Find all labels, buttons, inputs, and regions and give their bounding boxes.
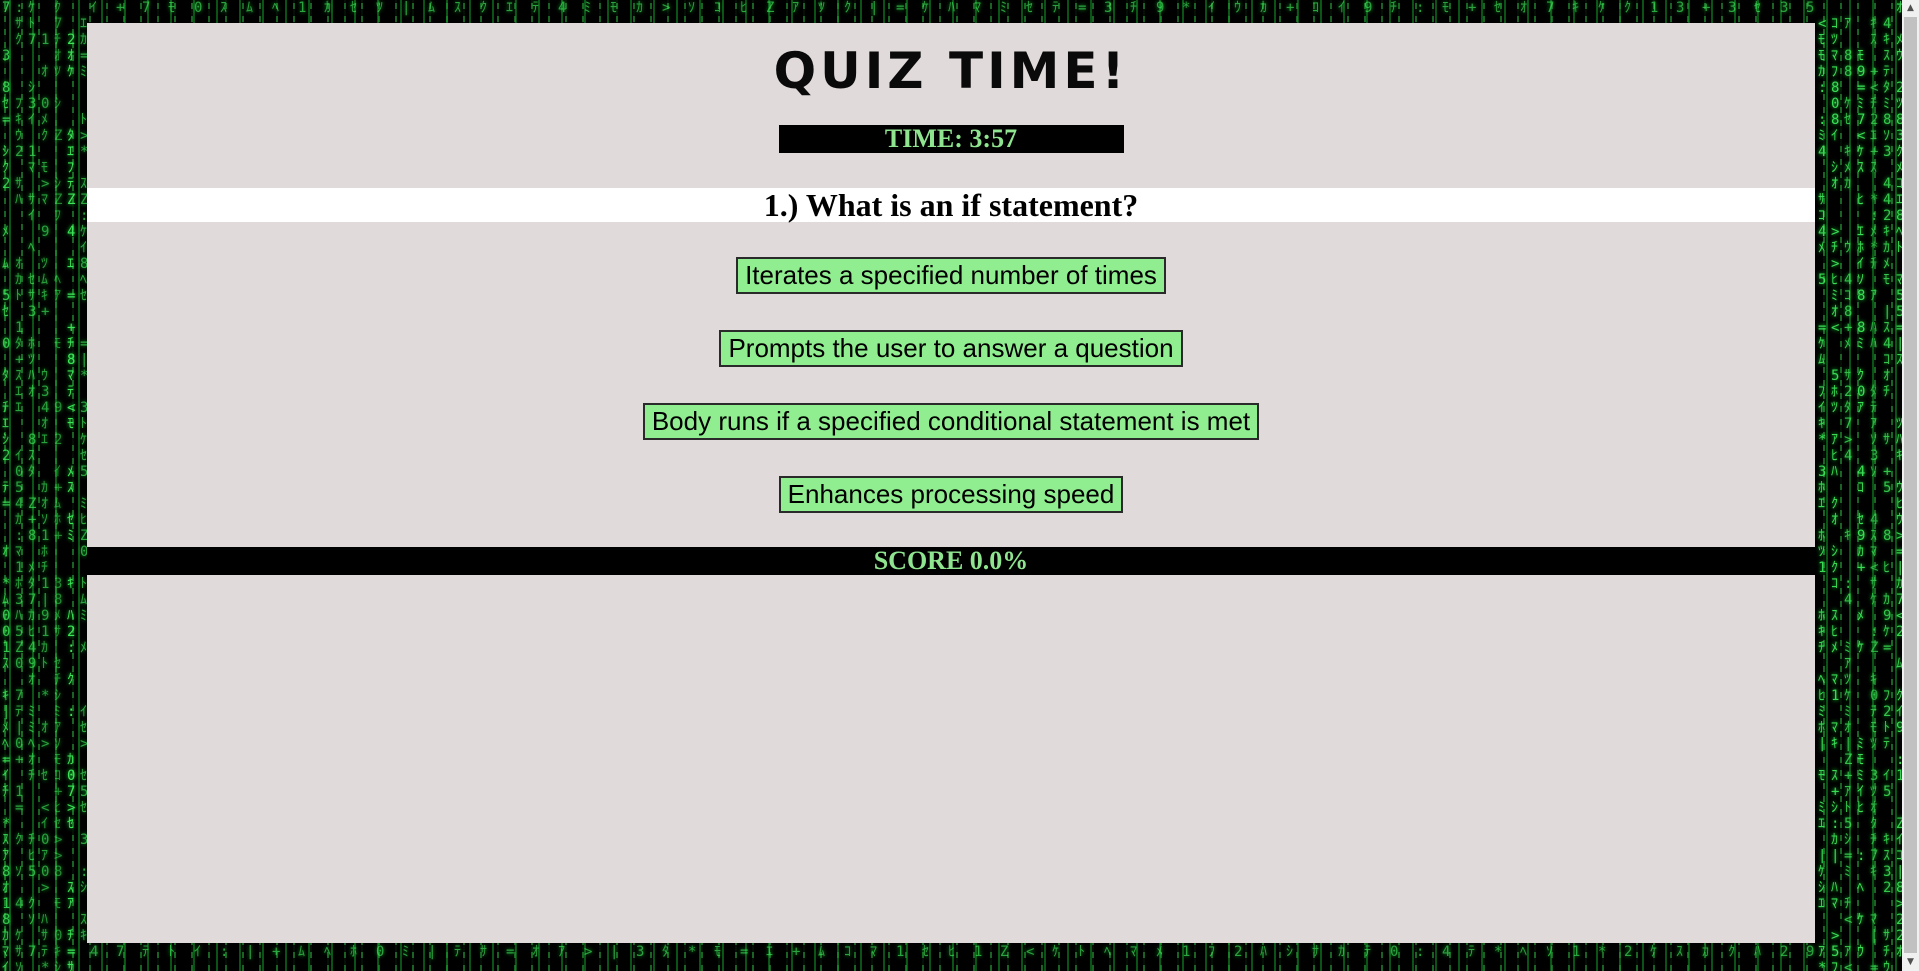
answer-list: Iterates a specified number of times Pro… [87,257,1815,513]
matrix-glyph-column: ｸ 7 ﾁ ｵ ﾂ ｼ Z ｼ Z ﾌ ﾍ ｱ ﾓ 9 2 ｲ + ﾑ ﾎ + … [54,0,63,971]
scroll-up-icon[interactable]: ▲ [1902,0,1919,17]
scroll-thumb[interactable] [1904,17,1917,953]
answer-button-1[interactable]: Iterates a specified number of times [736,257,1166,294]
vertical-scrollbar[interactable]: ▲ ▼ [1902,0,1919,971]
answer-row: Enhances processing speed [87,476,1815,513]
matrix-glyph-column: < ﾓ ﾓ ｶ : : ﾐ 4 ｻ ｺ 4 ﾒ 5 = ｹ ﾑ ﾌ ｲ ｷ * … [1818,16,1827,971]
answer-button-2[interactable]: Prompts the user to answer a question [719,330,1183,367]
matrix-glyph-column: : ｻ ｸ ﾌ ｷ ｳ 2 ｻ ﾊ ｵ ｶ ﾄ 1 ﾀ + ｽ ｴ ｴ ｲ 0 … [15,0,24,971]
question-text: 1.) What is an if statement? [87,188,1815,222]
matrix-glyph-column: ﾓ 9 = ﾐ 7 < ｹ ｽ ﾋ ｴ ﾎ ｲ ｿ 8 8 ﾐ ｸ 0 ｱ 4 … [1857,48,1866,960]
answer-button-3[interactable]: Body runs if a specified conditional sta… [642,403,1260,440]
score-display: SCORE 0.0% [87,547,1815,575]
matrix-glyph-column: 1 ｵ 0 ﾒ ｸ ﾓ > ﾏ 9 ﾂ ﾑ ｷ + ｳ 3 4 ｵ ｴ ｶ ｵ … [41,32,50,971]
matrix-glyph-column: 7 3 8 ｾ = ｼ ｸ 2 ﾒ ﾑ 5 ｾ 0 ﾀ ﾁ ｴ ｼ 2 ﾃ = … [2,0,11,971]
answer-row: Prompts the user to answer a question [87,330,1815,367]
timer-display: TIME: 3:57 [778,125,1124,153]
answer-row: Body runs if a specified conditional sta… [87,403,1815,440]
quiz-panel: QUIZ TIME! TIME: 3:57 1.) What is an if … [87,23,1815,943]
matrix-glyph-column: ｹ ﾄ 7 ｼ 3 ｲ 1 ﾏ ｻ ｲ ﾍ ｾ ｻ 3 ﾎ ﾂ ﾊ ｵ 8 ｽ … [28,0,37,960]
matrix-glyph-column: 2 ｵ ｹ ﾀ ｴ ﾌ ﾃ Z 4 ｴ = + ﾁ 8 ﾏ ﾃ < ﾓ ﾒ ｽ … [67,32,76,971]
timer-container: TIME: 3:57 [87,125,1815,153]
matrix-glyph-column: ｷ ｽ + < ﾁ 2 ｴ + ｽ * : ﾒ * ﾁ ｱ ﾊ ﾊ ﾀ ﾃ ｱ … [1870,16,1879,971]
answer-row: Iterates a specified number of times [87,257,1815,294]
matrix-glyph-column: 4 ｷ ｽ ﾃ ﾀ ﾐ 8 ｿ 3 4 4 2 ｷ ｶ ﾒ ﾓ | ｽ 4 ｺ … [1883,16,1892,971]
quiz-title: QUIZ TIME! [773,42,1129,100]
scroll-down-icon[interactable]: ▼ [1902,954,1919,971]
matrix-glyph-column: ｺ ﾂ ﾏ ﾌ 8 0 8 ｲ ｼ ｵ > ﾁ > ﾋ ﾐ ｵ < 5 ﾎ ﾂ … [1831,16,1840,971]
answer-button-4[interactable]: Enhances processing speed [778,476,1124,513]
matrix-glyph-column: ｱ 8 8 ｹ ｾ ｷ ﾒ ｶ ｳ 4 ｺ 8 + ﾒ ｻ 2 ﾀ 7 > 4 … [1844,16,1853,971]
